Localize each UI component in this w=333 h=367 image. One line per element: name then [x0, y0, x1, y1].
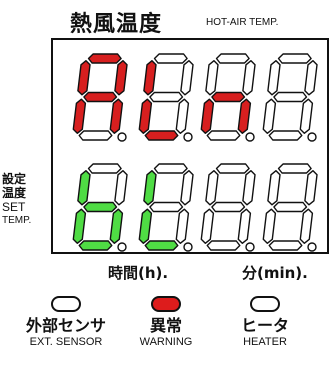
- bottom-digit-3-segment-b: [242, 169, 256, 206]
- top-digit-3-segment-f: [205, 59, 219, 96]
- warning-label: 異常 WARNING: [130, 316, 202, 349]
- bottom-digit-2: [138, 163, 194, 252]
- minutes-unit-label: 分(min).: [242, 264, 308, 282]
- top-digit-2-segment-e: [138, 98, 153, 135]
- top-digit-1-segment-g: [83, 91, 118, 103]
- heater-indicator-light: [250, 296, 280, 312]
- bottom-digit-1-segment-f: [77, 169, 91, 206]
- set-temp-label-line1: 設定: [2, 172, 27, 186]
- bottom-digit-2-segment-c: [175, 208, 190, 245]
- top-digit-3-decimal-point: [245, 132, 255, 142]
- hours-unit-label: 時間(h).: [108, 264, 169, 282]
- warning-label-en: WARNING: [139, 336, 193, 348]
- top-digit-2-segment-d: [144, 130, 179, 141]
- ext-sensor-label-en: EXT. SENSOR: [29, 336, 103, 348]
- bottom-digit-1-segment-d: [78, 240, 113, 251]
- top-digit-1-segment-f: [77, 59, 91, 96]
- bottom-digit-1: [72, 163, 128, 252]
- top-digit-4-segment-c: [299, 98, 314, 135]
- top-digit-1-segment-e: [72, 98, 87, 135]
- bottom-digit-3-segment-f: [205, 169, 219, 206]
- bottom-digit-2-segment-e: [138, 208, 153, 245]
- bottom-digit-3-segment-c: [237, 208, 252, 245]
- bottom-digit-1-decimal-point: [117, 242, 127, 252]
- bottom-digit-1-segment-g: [83, 201, 118, 213]
- top-digit-3-segment-c: [237, 98, 252, 135]
- bottom-digit-4-segment-g: [273, 201, 308, 213]
- top-digit-4-segment-e: [262, 98, 277, 135]
- top-digit-4-segment-g: [273, 91, 308, 103]
- bottom-digit-4: [262, 163, 318, 252]
- bottom-digit-3-segment-a: [215, 163, 250, 174]
- bottom-digit-1-segment-c: [109, 208, 124, 245]
- top-digit-4-decimal-point: [307, 132, 317, 142]
- bottom-digit-2-segment-a: [153, 163, 188, 174]
- bottom-digit-4-decimal-point: [307, 242, 317, 252]
- ext-sensor-indicator-light: [51, 296, 81, 312]
- top-digit-2-decimal-point: [183, 132, 193, 142]
- warning-indicator-light: [151, 296, 181, 312]
- bottom-digit-3-decimal-point: [245, 242, 255, 252]
- bottom-digit-2-segment-b: [180, 169, 194, 206]
- bottom-digit-4-segment-f: [267, 169, 281, 206]
- bottom-digit-2-segment-g: [149, 201, 184, 213]
- bottom-digit-1-segment-b: [114, 169, 128, 206]
- top-digit-4-segment-d: [268, 130, 303, 141]
- top-digit-3-segment-b: [242, 59, 256, 96]
- bottom-digit-2-segment-f: [143, 169, 157, 206]
- bottom-digit-3-segment-e: [200, 208, 215, 245]
- top-digit-1-segment-d: [78, 130, 113, 141]
- top-digit-1-segment-b: [114, 59, 128, 96]
- heater-label: ヒータ HEATER: [232, 316, 298, 349]
- warning-label-jp: 異常: [149, 316, 182, 335]
- top-digit-2-segment-a: [153, 53, 188, 64]
- top-digit-3: [200, 53, 256, 142]
- top-digit-4-segment-a: [277, 53, 312, 64]
- top-digit-2-segment-g: [149, 91, 184, 103]
- bottom-digit-3-segment-g: [211, 201, 246, 213]
- ext-sensor-label-jp: 外部センサ: [25, 316, 106, 335]
- bottom-digit-3-segment-d: [206, 240, 241, 251]
- top-digit-1-segment-a: [87, 53, 122, 64]
- ext-sensor-label: 外部センサ EXT. SENSOR: [14, 316, 118, 349]
- set-temp-label-line4: TEMP.: [2, 215, 32, 226]
- top-digit-2: [138, 53, 194, 142]
- top-digit-3-segment-e: [200, 98, 215, 135]
- bottom-digit-4-segment-d: [268, 240, 303, 251]
- title-english: HOT-AIR TEMP.: [206, 17, 279, 28]
- heater-label-jp: ヒータ: [240, 316, 289, 335]
- top-digit-1-decimal-point: [117, 132, 127, 142]
- set-temp-label-line2: 温度: [2, 186, 27, 200]
- bottom-digit-1-segment-a: [87, 163, 122, 174]
- bottom-digit-4-segment-c: [299, 208, 314, 245]
- set-temp-label: 設定 温度 SET TEMP.: [2, 172, 31, 228]
- top-digit-2-segment-c: [175, 98, 190, 135]
- top-digit-2-segment-f: [143, 59, 157, 96]
- top-digit-3-segment-g: [211, 91, 246, 103]
- bottom-digit-2-decimal-point: [183, 242, 193, 252]
- top-digit-4-segment-b: [304, 59, 318, 96]
- top-digit-4: [262, 53, 318, 142]
- top-digit-3-segment-a: [215, 53, 250, 64]
- top-digit-4-segment-f: [267, 59, 281, 96]
- bottom-digit-3: [200, 163, 256, 252]
- top-digit-3-segment-d: [206, 130, 241, 141]
- bottom-digit-4-segment-a: [277, 163, 312, 174]
- top-digit-2-segment-b: [180, 59, 194, 96]
- top-digit-1-segment-c: [109, 98, 124, 135]
- bottom-digit-4-segment-e: [262, 208, 277, 245]
- bottom-digit-1-segment-e: [72, 208, 87, 245]
- bottom-digit-2-segment-d: [144, 240, 179, 251]
- title-japanese: 熱風温度: [70, 12, 163, 37]
- bottom-digit-4-segment-b: [304, 169, 318, 206]
- heater-label-en: HEATER: [243, 336, 287, 348]
- set-temp-label-line3: SET: [2, 200, 26, 214]
- top-digit-1: [72, 53, 128, 142]
